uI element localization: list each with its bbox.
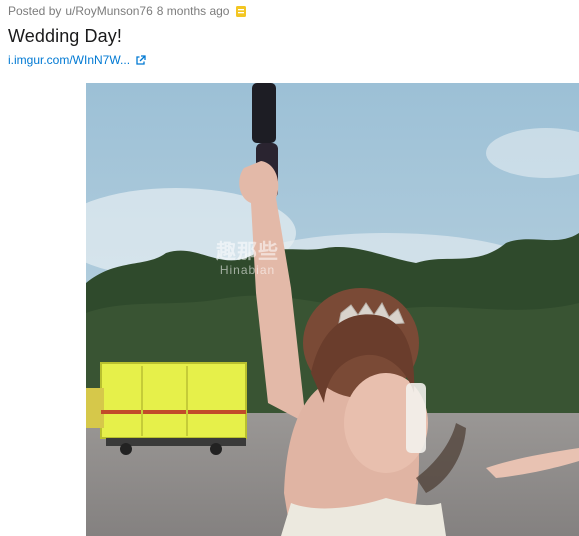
author-link[interactable]: u/RoyMunson76	[65, 4, 152, 18]
gold-award-icon[interactable]	[235, 5, 247, 18]
post-link[interactable]: i.imgur.com/WInN7W...	[8, 53, 146, 67]
posted-by-label: Posted by	[8, 4, 62, 18]
post-age: 8 months ago	[156, 4, 230, 18]
post-image[interactable]: 趣那些 Hinabian	[86, 83, 579, 536]
post-meta: Posted by u/RoyMunson76 8 months ago	[8, 2, 247, 20]
post-title[interactable]: Wedding Day!	[8, 26, 122, 47]
external-link-icon[interactable]	[135, 54, 146, 66]
wedding-photo	[86, 83, 579, 536]
reddit-post: Posted by u/RoyMunson76 8 months ago Wed…	[0, 0, 579, 536]
post-link-text[interactable]: i.imgur.com/WInN7W...	[8, 53, 130, 67]
